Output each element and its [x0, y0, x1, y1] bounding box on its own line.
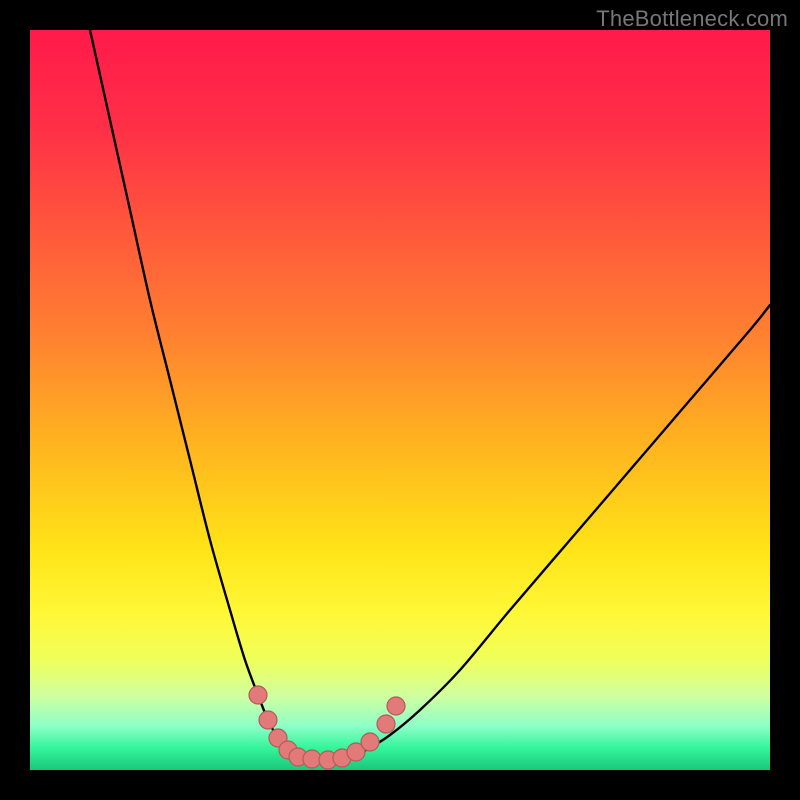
curve-marker — [259, 711, 277, 729]
curve-marker — [303, 750, 321, 768]
gradient-background — [30, 30, 770, 770]
watermark-text: TheBottleneck.com — [596, 6, 788, 32]
curve-marker — [387, 697, 405, 715]
curve-marker — [249, 686, 267, 704]
chart-frame: TheBottleneck.com — [0, 0, 800, 800]
curve-marker — [361, 733, 379, 751]
curve-marker — [377, 715, 395, 733]
plot-area — [30, 30, 770, 770]
chart-svg — [30, 30, 770, 770]
